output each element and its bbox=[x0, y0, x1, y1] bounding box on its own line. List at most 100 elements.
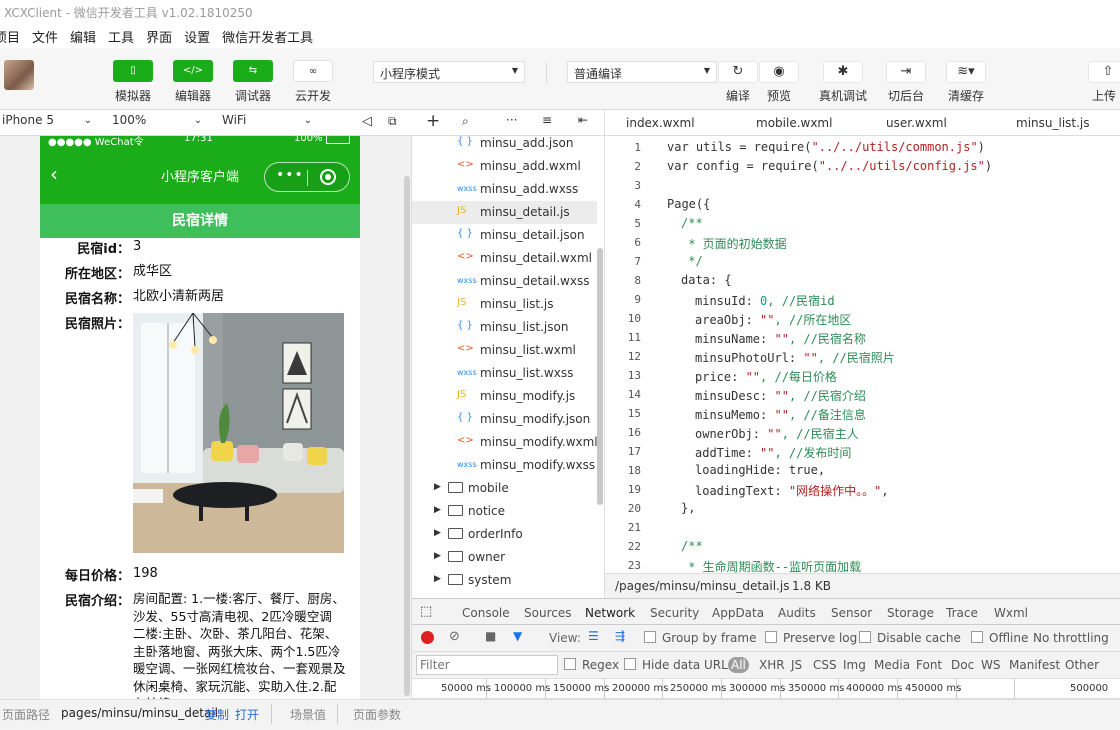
hide-tree-icon[interactable]: ⇤ bbox=[578, 113, 588, 127]
file-tree-scrollbar[interactable] bbox=[597, 248, 603, 505]
file-item[interactable]: { } minsu_detail.json bbox=[412, 224, 597, 247]
file-item[interactable]: <> minsu_detail.wxml bbox=[412, 247, 597, 270]
simulator-button[interactable]: ▯ 模拟器 bbox=[113, 60, 153, 103]
offline-checkbox[interactable]: Offline bbox=[971, 631, 1028, 645]
detach-window-icon[interactable]: ⧉ bbox=[388, 114, 397, 129]
tab-appdata[interactable]: AppData bbox=[712, 606, 764, 620]
file-item-selected[interactable]: JS minsu_detail.js bbox=[412, 201, 597, 224]
tab-trace[interactable]: Trace bbox=[946, 606, 978, 620]
folder-item[interactable]: ▶ orderInfo bbox=[412, 523, 597, 546]
folder-item[interactable]: ▶ notice bbox=[412, 500, 597, 523]
waterfall-icon[interactable]: ⇶ bbox=[615, 629, 625, 643]
scene-value[interactable]: 场景值 bbox=[290, 706, 326, 723]
upload-button[interactable]: ⇧ 上传 bbox=[1088, 61, 1120, 103]
tab-mobile-wxml[interactable]: mobile.wxml bbox=[756, 116, 832, 130]
chevron-right-icon[interactable]: ▶ bbox=[434, 551, 441, 561]
tab-sensor[interactable]: Sensor bbox=[831, 606, 872, 620]
tab-minsu-list-js[interactable]: minsu_list.js bbox=[1016, 116, 1090, 130]
device-select[interactable]: iPhone 5 ⌄ bbox=[0, 113, 96, 133]
clear-icon[interactable]: ⊘ bbox=[449, 629, 460, 644]
network-select[interactable]: WiFi ⌄ bbox=[220, 113, 316, 133]
preview-button[interactable]: ◉ 预览 bbox=[759, 61, 799, 103]
collapse-all-icon[interactable]: ≡ bbox=[542, 113, 552, 127]
editor-button[interactable]: </> 编辑器 bbox=[173, 60, 213, 103]
background-button[interactable]: ⇥ 切后台 bbox=[886, 61, 926, 103]
type-doc[interactable]: Doc bbox=[951, 658, 974, 672]
throttling-select[interactable]: No throttling bbox=[1033, 631, 1109, 645]
folder-item[interactable]: ▶ mobile bbox=[412, 477, 597, 500]
file-item[interactable]: { } minsu_add.json bbox=[412, 136, 597, 155]
more-icon[interactable]: ··· bbox=[506, 113, 517, 127]
compile-button[interactable]: ↻ 编译 bbox=[718, 61, 758, 103]
tab-security[interactable]: Security bbox=[650, 606, 699, 620]
simulator-scrollbar[interactable] bbox=[404, 176, 410, 696]
file-item[interactable]: wxss minsu_list.wxss bbox=[412, 362, 597, 385]
chevron-right-icon[interactable]: ▶ bbox=[434, 505, 441, 515]
file-item[interactable]: <> minsu_list.wxml bbox=[412, 339, 597, 362]
file-item[interactable]: <> minsu_add.wxml bbox=[412, 155, 597, 178]
hide-data-urls-checkbox[interactable]: Hide data URLs bbox=[624, 658, 734, 672]
mode-select[interactable]: 小程序模式 ▼ bbox=[373, 61, 525, 83]
inspect-element-icon[interactable]: ⬚ bbox=[420, 604, 432, 619]
type-xhr[interactable]: XHR bbox=[759, 658, 785, 672]
file-item[interactable]: wxss minsu_add.wxss bbox=[412, 178, 597, 201]
open-link[interactable]: 打开 bbox=[235, 706, 259, 723]
chevron-right-icon[interactable]: ▶ bbox=[434, 528, 441, 538]
file-item[interactable]: <> minsu_modify.wxml bbox=[412, 431, 598, 454]
file-item[interactable]: JS minsu_list.js bbox=[412, 293, 597, 316]
menu-wechat-devtools[interactable]: 微信开发者工具 bbox=[216, 24, 319, 48]
tab-network[interactable]: Network bbox=[580, 606, 640, 628]
file-item[interactable]: wxss minsu_modify.wxss bbox=[412, 454, 597, 477]
menu-file[interactable]: 文件 bbox=[26, 24, 64, 48]
zoom-select[interactable]: 100% ⌄ bbox=[110, 113, 206, 133]
avatar[interactable] bbox=[4, 60, 34, 90]
menu-edit[interactable]: 编辑 bbox=[64, 24, 102, 48]
copy-link[interactable]: 复制 bbox=[205, 706, 229, 723]
remote-debug-button[interactable]: ✱ 真机调试 bbox=[819, 61, 867, 103]
capsule-menu[interactable]: ••• bbox=[264, 162, 350, 192]
type-all[interactable]: All bbox=[728, 657, 749, 673]
close-target-icon[interactable] bbox=[320, 169, 336, 185]
type-ws[interactable]: WS bbox=[981, 658, 1000, 672]
large-rows-icon[interactable]: ☰ bbox=[588, 629, 599, 643]
page-params[interactable]: 页面参数 bbox=[353, 706, 401, 723]
record-icon[interactable] bbox=[421, 631, 434, 644]
filter-icon[interactable]: ▼ bbox=[513, 629, 522, 643]
group-by-frame-checkbox[interactable]: Group by frame bbox=[644, 631, 756, 645]
menu-settings[interactable]: 设置 bbox=[178, 24, 216, 48]
compile-mode-select[interactable]: 普通编译 ▼ bbox=[567, 61, 717, 83]
tab-storage[interactable]: Storage bbox=[887, 606, 934, 620]
file-item[interactable]: wxss minsu_detail.wxss bbox=[412, 270, 597, 293]
type-media[interactable]: Media bbox=[874, 658, 910, 672]
type-font[interactable]: Font bbox=[916, 658, 942, 672]
type-manifest[interactable]: Manifest bbox=[1009, 658, 1060, 672]
more-dots-icon[interactable]: ••• bbox=[276, 167, 304, 183]
code-editor[interactable]: 1 2 3 4 5 6 7 8 9 10 11 12 13 14 15 16 17 18 19 20 21 22 23 va… bbox=[605, 136, 1120, 573]
preserve-log-checkbox[interactable]: Preserve log bbox=[765, 631, 857, 645]
chevron-right-icon[interactable]: ▶ bbox=[434, 574, 441, 584]
menu-project[interactable]: 项目 bbox=[0, 24, 26, 48]
filter-input[interactable] bbox=[416, 655, 558, 675]
clear-cache-button[interactable]: ≋▾ 清缓存 bbox=[946, 61, 986, 103]
tab-index-wxml[interactable]: index.wxml bbox=[626, 116, 695, 130]
disable-cache-checkbox[interactable]: Disable cache bbox=[859, 631, 961, 645]
menu-view[interactable]: 界面 bbox=[140, 24, 178, 48]
type-js[interactable]: JS bbox=[791, 658, 802, 672]
debugger-button[interactable]: ⇆ 调试器 bbox=[233, 60, 273, 103]
file-item[interactable]: { } minsu_list.json bbox=[412, 316, 597, 339]
camera-icon[interactable]: ■ bbox=[485, 629, 496, 643]
cloud-button[interactable]: ∞ 云开发 bbox=[293, 60, 333, 103]
mute-icon[interactable]: ◁ bbox=[362, 114, 372, 129]
type-css[interactable]: CSS bbox=[813, 658, 837, 672]
chevron-right-icon[interactable]: ▶ bbox=[434, 482, 441, 492]
add-file-icon[interactable]: + bbox=[426, 111, 440, 131]
tab-console[interactable]: Console bbox=[462, 606, 510, 620]
type-img[interactable]: Img bbox=[843, 658, 866, 672]
tab-sources[interactable]: Sources bbox=[524, 606, 571, 620]
menu-tools[interactable]: 工具 bbox=[102, 24, 140, 48]
tab-user-wxml[interactable]: user.wxml bbox=[886, 116, 947, 130]
file-item[interactable]: JS minsu_modify.js bbox=[412, 385, 597, 408]
file-item[interactable]: { } minsu_modify.json bbox=[412, 408, 597, 431]
search-icon[interactable]: ⌕ bbox=[462, 114, 469, 129]
folder-item[interactable]: ▶ system bbox=[412, 569, 597, 592]
